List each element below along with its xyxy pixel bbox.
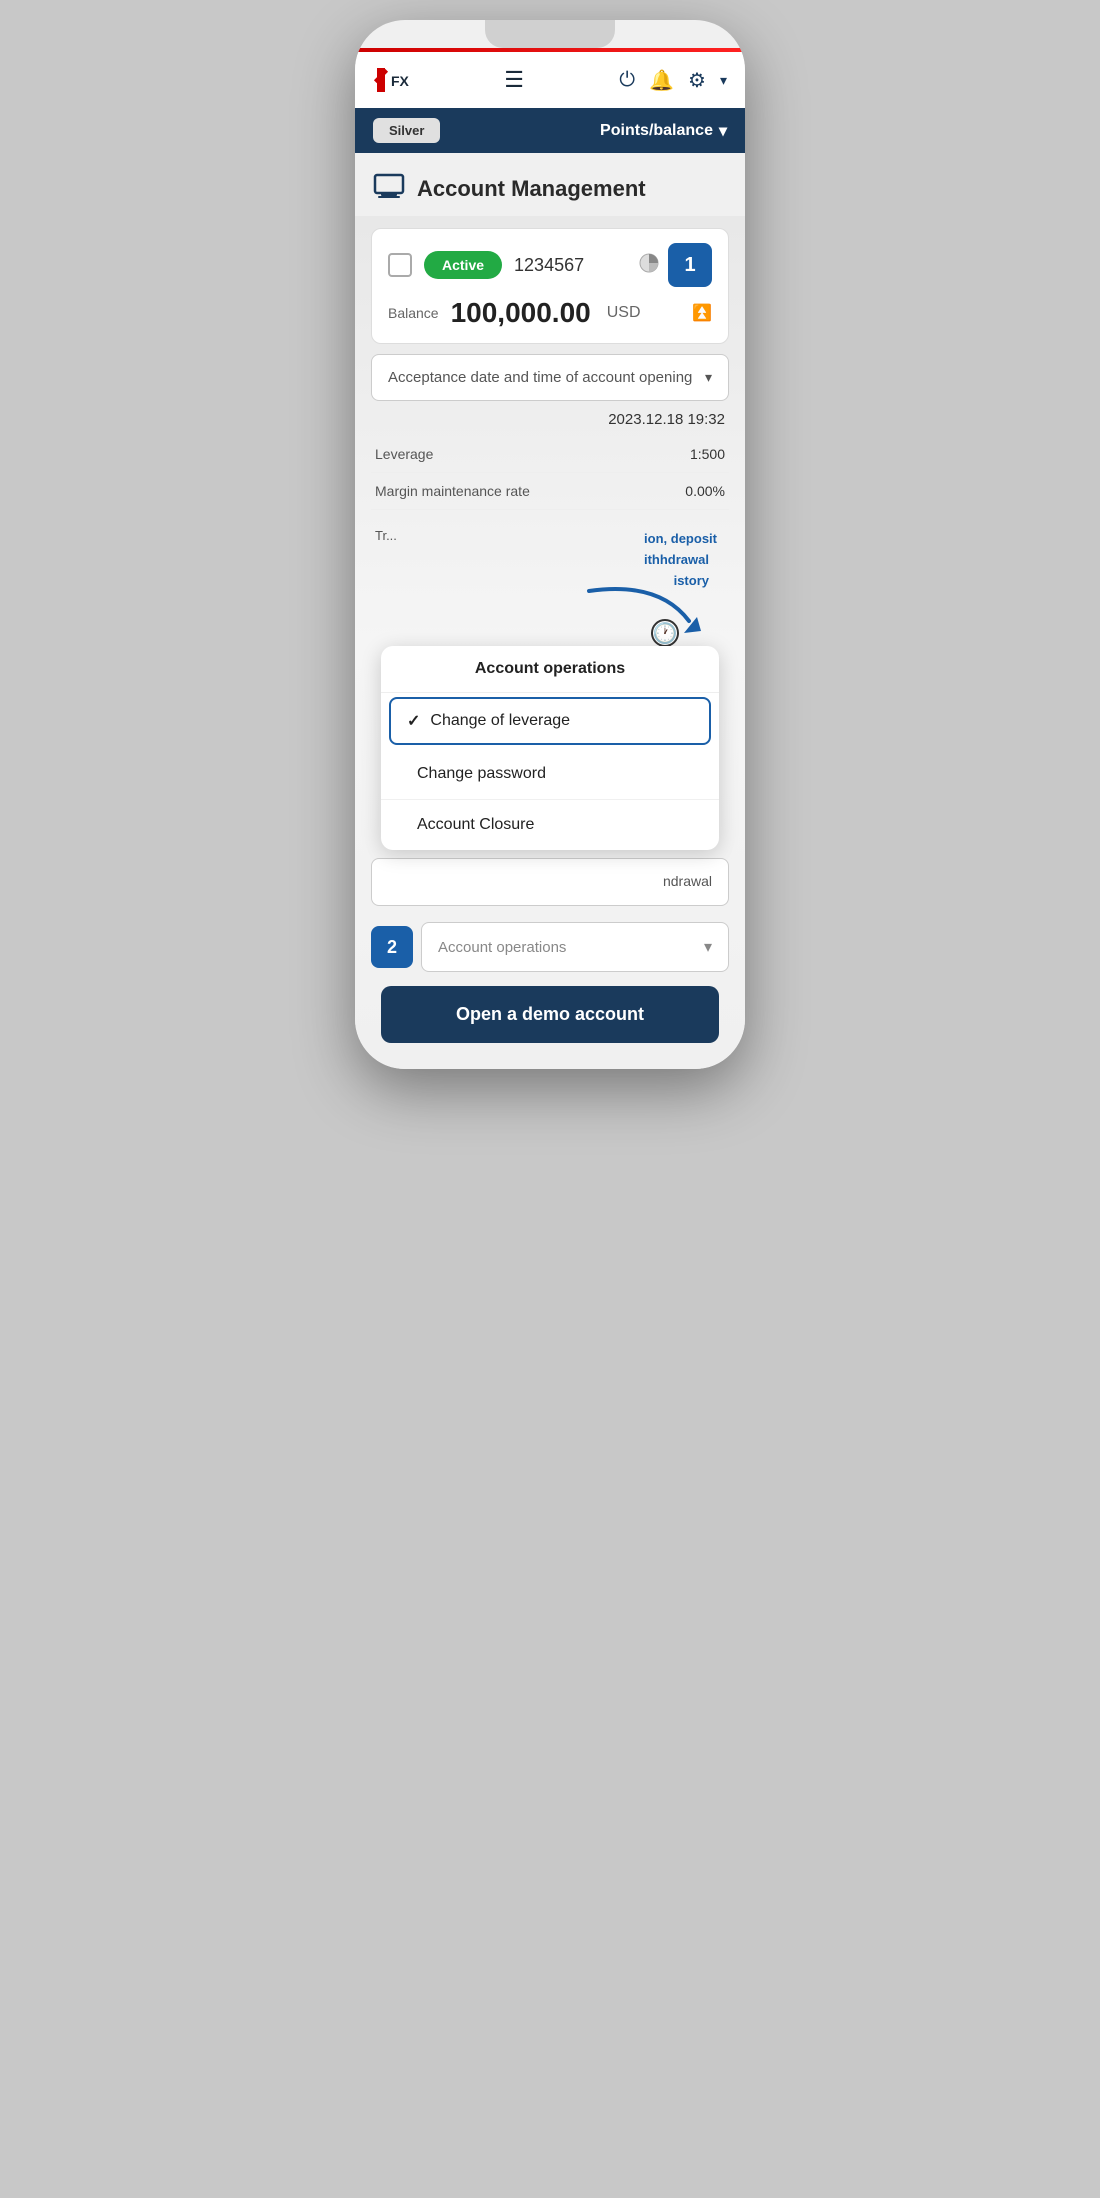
change-of-leverage-label: Change of leverage [430,712,570,730]
phone-frame: FXON ☰ ⏻ 🔔 ⚙ ▾ Silver Points/balance ▾ A… [355,20,745,1069]
withdrawal-partial-text: ndrawal [663,873,712,889]
points-balance-chevron-icon: ▾ [719,121,727,141]
logo: FXON [373,66,409,94]
margin-label: Margin maintenance rate [375,483,530,499]
clock-icon: 🕐 [651,619,679,647]
acceptance-date-chevron-icon: ▾ [705,369,712,386]
leverage-value: 1:500 [690,446,725,462]
main-content: Active 1234567 1 Balance [355,216,745,1069]
acceptance-date-value: 2023.12.18 19:32 [371,407,729,436]
account-step-1-badge: 1 [668,243,712,287]
account-closure-label: Account Closure [417,816,534,834]
change-of-leverage-option[interactable]: ✓ Change of leverage [389,697,711,745]
fxon-logo-icon: FXON [373,66,409,94]
check-mark-icon: ✓ [407,711,420,731]
bell-icon[interactable]: 🔔 [649,68,674,93]
silver-badge: Silver [373,118,440,143]
page-title: Account Management [417,176,646,202]
change-password-option[interactable]: Change password [381,749,719,800]
hamburger-menu[interactable]: ☰ [504,67,524,93]
account-operations-selector[interactable]: Account operations ▾ [421,922,729,972]
change-password-label: Change password [417,765,546,783]
account-operations-header: Account operations [381,646,719,693]
leverage-label: Leverage [375,446,433,462]
phone-notch [485,20,615,48]
account-card: Active 1234567 1 Balance [371,228,729,344]
account-operations-placeholder: Account operations [438,939,566,956]
account-operations-dropdown[interactable]: Account operations ✓ Change of leverage … [381,646,719,850]
page-title-bar: Account Management [355,153,745,216]
points-balance-button[interactable]: Points/balance ▾ [600,121,727,141]
header-icons: ⏻ 🔔 ⚙ ▾ [619,68,727,93]
pie-chart-icon [638,252,660,279]
account-ops-chevron-icon: ▾ [704,937,712,957]
header: FXON ☰ ⏻ 🔔 ⚙ ▾ [355,52,745,108]
power-icon[interactable]: ⏻ [619,69,635,92]
acceptance-date-dropdown[interactable]: Acceptance date and time of account open… [371,354,729,401]
account-closure-option[interactable]: Account Closure [381,800,719,850]
operations-section: Tr... ion, deposit ithhdrawal istory 🕐 A… [371,510,729,912]
account-management-icon [373,171,405,206]
account-number: 1234567 [514,255,584,276]
gear-icon[interactable]: ⚙ [688,68,706,93]
balance-currency: USD [607,304,641,322]
margin-value: 0.00% [685,483,725,499]
points-balance-label: Points/balance [600,122,713,140]
sort-icon: ⏫ [692,303,712,323]
section2-container: 2 Account operations ▾ [371,922,729,972]
transaction-label-partial: Tr... [375,528,397,543]
account-step-2-badge: 2 [371,926,413,968]
balance-amount: 100,000.00 [451,297,591,329]
partial-action-text: ion, deposit ithhdrawal istory [644,528,725,591]
leverage-row: Leverage 1:500 [371,436,729,473]
nav-bar: Silver Points/balance ▾ [355,108,745,153]
acceptance-date-label: Acceptance date and time of account open… [388,369,692,386]
active-badge: Active [424,251,502,279]
header-chevron-icon[interactable]: ▾ [720,72,727,89]
balance-label: Balance [388,305,439,321]
account-checkbox[interactable] [388,253,412,277]
svg-text:FXON: FXON [391,73,409,89]
margin-row: Margin maintenance rate 0.00% [371,473,729,510]
open-demo-account-button[interactable]: Open a demo account [381,986,719,1043]
